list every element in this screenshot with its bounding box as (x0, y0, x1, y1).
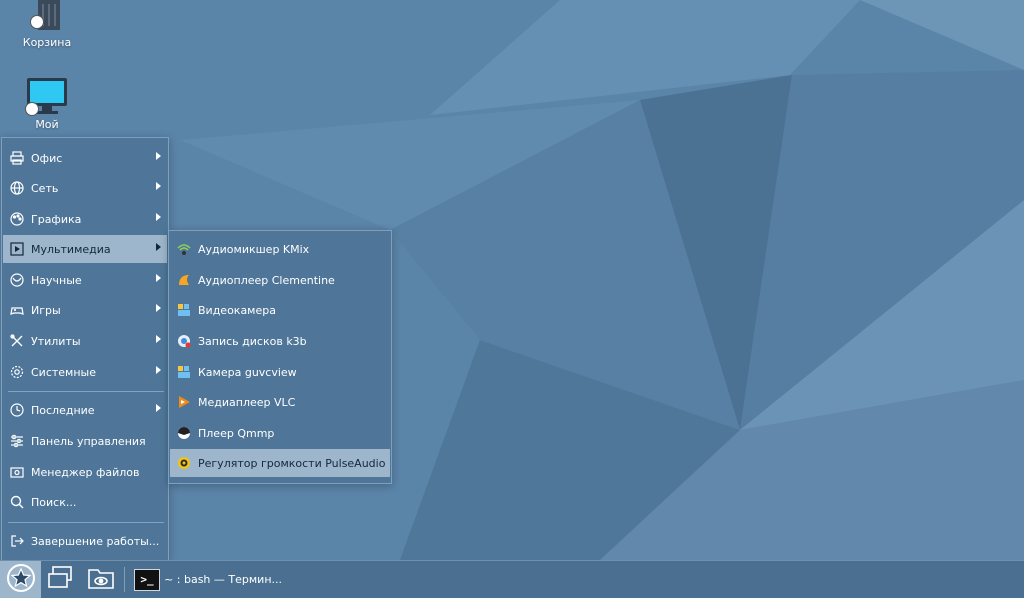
submenu-item-pulseaudio[interactable]: Регулятор громкости PulseAudio (170, 449, 390, 477)
monitor-icon (25, 76, 69, 116)
submenu-item-k3b[interactable]: Запись дисков k3b (170, 327, 390, 355)
menu-item-graphics[interactable]: Графика (3, 205, 167, 233)
submenu-item-label: Камера guvcview (198, 365, 297, 379)
trash-icon (28, 0, 66, 34)
palette-icon (9, 211, 25, 227)
chevron-right-icon (156, 152, 161, 160)
menu-item-label: Игры (31, 303, 61, 317)
submenu-item-vlc[interactable]: Медиаплеер VLC (170, 388, 390, 416)
start-menu-button[interactable] (0, 561, 41, 598)
menu-item-label: Системные (31, 365, 96, 379)
terminal-icon: >_ (134, 568, 161, 591)
vlc-icon (176, 394, 192, 410)
menu-item-games[interactable]: Игры (3, 296, 167, 324)
menu-item-label: Мультимедиа (31, 242, 111, 256)
menu-item-search[interactable]: Поиск... (3, 488, 167, 516)
menu-item-utilities[interactable]: Утилиты (3, 327, 167, 355)
atom-icon (9, 272, 25, 288)
menu-separator (8, 391, 164, 392)
start-menu: Офис Сеть Графика Мультимедиа Научные Иг (1, 137, 169, 562)
star-logo-icon (6, 564, 35, 595)
submenu-item-camera[interactable]: Видеокамера (170, 296, 390, 324)
menu-item-label: Менеджер файлов (31, 465, 140, 479)
menu-item-multimedia[interactable]: Мультимедиа (3, 235, 167, 263)
menu-item-label: Графика (31, 212, 82, 226)
logout-icon (9, 533, 25, 549)
menu-item-label: Сеть (31, 181, 59, 195)
menu-item-label: Последние (31, 403, 95, 417)
taskbar-divider (124, 567, 125, 592)
task-label: ~ : bash — Термин... (164, 573, 282, 586)
chevron-right-icon (156, 213, 161, 221)
gear-icon (9, 364, 25, 380)
menu-item-file-manager[interactable]: Менеджер файлов (3, 458, 167, 486)
menu-item-shutdown[interactable]: Завершение работы... (3, 527, 167, 555)
kmix-icon (176, 241, 192, 257)
submenu-item-label: Медиаплеер VLC (198, 395, 296, 409)
file-manager-launcher[interactable] (82, 561, 120, 598)
menu-item-label: Утилиты (31, 334, 81, 348)
submenu-item-label: Запись дисков k3b (198, 334, 307, 348)
qmmp-icon (176, 425, 192, 441)
menu-item-office[interactable]: Офис (3, 144, 167, 172)
clock-icon (9, 402, 25, 418)
menu-item-label: Панель управления (31, 434, 146, 448)
menu-item-network[interactable]: Сеть (3, 174, 167, 202)
submenu-item-label: Регулятор громкости PulseAudio (198, 456, 386, 470)
menu-item-science[interactable]: Научные (3, 266, 167, 294)
shortcut-arrow-icon (25, 102, 39, 116)
menu-item-label: Научные (31, 273, 82, 287)
sliders-icon (9, 433, 25, 449)
submenu-item-clementine[interactable]: Аудиоплеер Clementine (170, 266, 390, 294)
shortcut-arrow-icon (30, 15, 44, 29)
submenu-item-label: Плеер Qmmp (198, 426, 275, 440)
globe-icon (9, 180, 25, 196)
chevron-right-icon (156, 335, 161, 343)
chevron-right-icon (156, 274, 161, 282)
menu-item-recent[interactable]: Последние (3, 396, 167, 424)
desktop-icon-label: Корзина (22, 36, 72, 49)
desktop-icon-label: Мой (35, 118, 59, 131)
submenu-item-kmix[interactable]: Аудиомикшер KMix (170, 235, 390, 263)
submenu-item-guvcview[interactable]: Камера guvcview (170, 358, 390, 386)
k3b-icon (176, 333, 192, 349)
menu-item-control-panel[interactable]: Панель управления (3, 427, 167, 455)
submenu-item-label: Видеокамера (198, 303, 276, 317)
menu-separator (8, 522, 164, 523)
multimedia-submenu: Аудиомикшер KMix Аудиоплеер Clementine В… (168, 230, 392, 484)
chevron-right-icon (156, 243, 161, 251)
taskbar: >_ ~ : bash — Термин... (0, 560, 1024, 598)
pulseaudio-icon (176, 455, 192, 471)
menu-item-label: Поиск... (31, 495, 77, 509)
submenu-item-qmmp[interactable]: Плеер Qmmp (170, 419, 390, 447)
windows-icon (47, 565, 75, 594)
taskbar-task-terminal[interactable]: >_ ~ : bash — Термин... (134, 561, 282, 598)
printer-icon (9, 150, 25, 166)
guvcview-icon (176, 364, 192, 380)
submenu-item-label: Аудиомикшер KMix (198, 242, 310, 256)
chevron-right-icon (156, 304, 161, 312)
file-manager-icon (87, 565, 115, 594)
chevron-right-icon (156, 366, 161, 374)
menu-item-label: Завершение работы... (31, 534, 160, 548)
search-icon (9, 494, 25, 510)
clementine-icon (176, 272, 192, 288)
desktop-icon-trash[interactable]: Корзина (7, 0, 87, 49)
menu-item-label: Офис (31, 151, 63, 165)
submenu-item-label: Аудиоплеер Clementine (198, 273, 335, 287)
menu-item-system[interactable]: Системные (3, 358, 167, 386)
file-manager-icon (9, 464, 25, 480)
gamepad-icon (9, 302, 25, 318)
chevron-right-icon (156, 404, 161, 412)
show-windows-button[interactable] (42, 561, 80, 598)
desktop-icon-my-computer[interactable]: Мой (7, 76, 87, 131)
tools-icon (9, 333, 25, 349)
chevron-right-icon (156, 182, 161, 190)
camera-icon (176, 302, 192, 318)
play-icon (9, 241, 25, 257)
